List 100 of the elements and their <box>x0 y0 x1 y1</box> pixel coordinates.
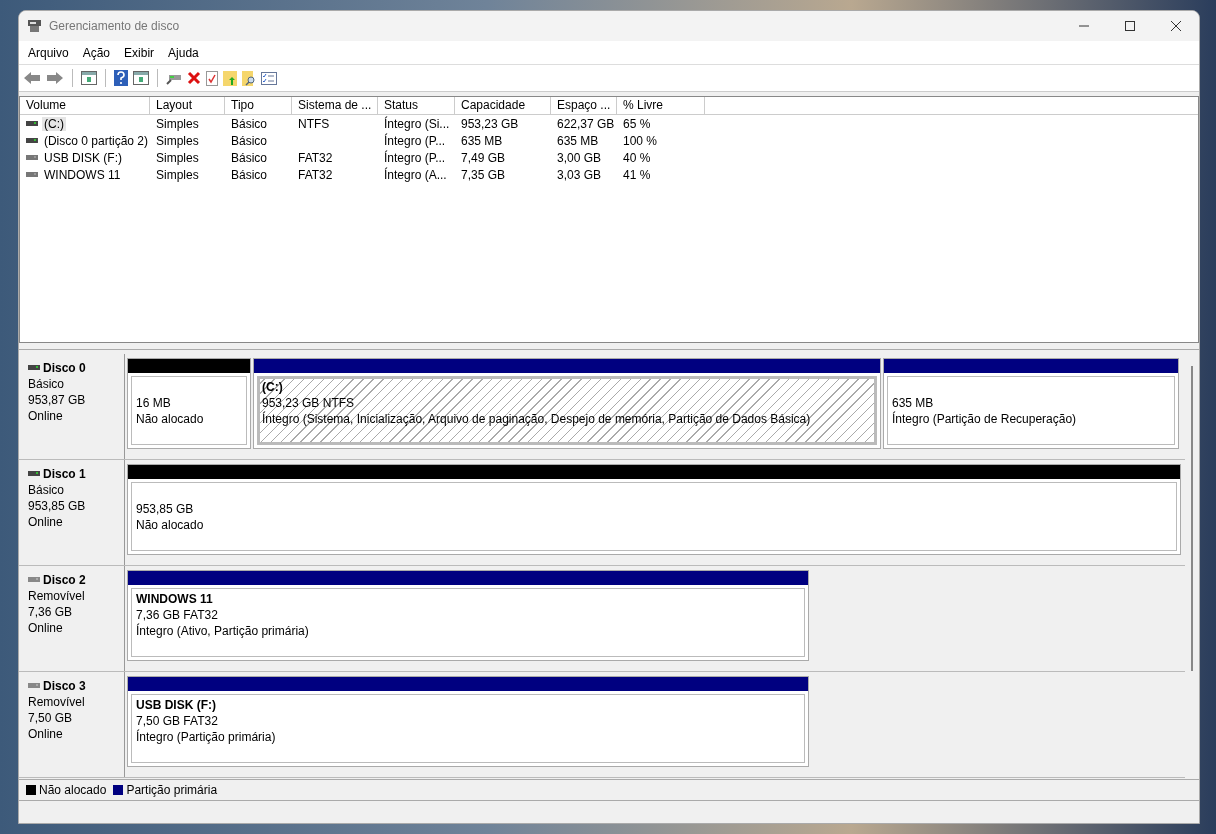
folder-up-icon[interactable] <box>223 70 237 86</box>
check-document-icon[interactable] <box>206 70 218 86</box>
partition-detail: 7,50 GB FAT32 <box>136 713 219 729</box>
legend-label: Não alocado <box>39 783 107 797</box>
disk-name: Disco 2 <box>43 572 86 588</box>
table-cell: 953,23 GB <box>461 116 519 131</box>
window-title: Gerenciamento de disco <box>49 19 181 33</box>
disk-status: Online <box>28 408 64 424</box>
folder-search-icon[interactable] <box>242 70 256 86</box>
column-header[interactable]: Status <box>378 97 455 115</box>
partition-detail: Íntegro (Ativo, Partição primária) <box>136 623 310 639</box>
disk-type: Básico <box>28 482 66 498</box>
legend-label: Partição primária <box>126 783 218 797</box>
partition-block[interactable]: 635 MB Íntegro (Partição de Recuperação) <box>883 358 1179 449</box>
partition-detail: 16 MB <box>136 395 172 411</box>
table-cell: Básico <box>231 167 268 182</box>
checklist-icon[interactable] <box>261 71 277 85</box>
disk-name: Disco 0 <box>43 360 86 376</box>
partition-detail: Não alocado <box>136 517 205 533</box>
partition-detail: Íntegro (Partição de Recuperação) <box>892 411 1078 427</box>
drive-icon <box>26 137 38 144</box>
menu-item[interactable]: Ajuda <box>168 45 199 60</box>
table-row-label[interactable]: (Disco 0 partição 2) <box>41 133 150 148</box>
table-cell: 100 % <box>623 133 658 148</box>
disk-name: Disco 3 <box>43 678 86 694</box>
drive-icon <box>26 171 38 178</box>
drive-icon <box>28 683 40 689</box>
partition-detail: 7,36 GB FAT32 <box>136 607 219 623</box>
column-header[interactable]: Layout <box>150 97 225 115</box>
back-arrow-icon[interactable] <box>23 71 41 85</box>
disk-type: Removível <box>28 588 86 604</box>
maximize-icon <box>1124 20 1136 32</box>
disk-name: Disco 1 <box>43 466 86 482</box>
table-cell: Simples <box>156 133 199 148</box>
table-cell: 3,00 GB <box>557 150 602 165</box>
disk-drive-icon <box>27 18 43 34</box>
partition-block[interactable]: 16 MB Não alocado <box>127 358 251 449</box>
table-cell: NTFS <box>298 116 330 131</box>
help-icon[interactable] <box>114 70 128 86</box>
table-cell: 40 % <box>623 150 651 165</box>
column-header[interactable]: Volume <box>20 97 150 115</box>
table-cell: FAT32 <box>298 150 333 165</box>
partition-title: WINDOWS 11 <box>136 591 214 607</box>
partition-block[interactable]: (C:) 953,23 GB NTFS Íntegro (Sistema, Inicialização, Arquivo de paginação, Despejo de memória, Partição de Dados Básica) <box>253 358 881 449</box>
table-row-label[interactable]: USB DISK (F:) <box>42 150 124 165</box>
disk-size: 7,36 GB <box>28 604 74 620</box>
close-icon <box>1170 20 1182 32</box>
table-cell: Íntegro (P... <box>384 150 446 165</box>
table-cell: 41 % <box>623 167 651 182</box>
menu-item[interactable]: Arquivo <box>28 45 69 60</box>
console-tree-icon[interactable] <box>81 71 97 85</box>
disk-size: 7,50 GB <box>28 710 74 726</box>
partition-detail: 953,23 GB NTFS <box>262 395 356 411</box>
disk-status: Online <box>28 514 64 530</box>
partition-block[interactable]: WINDOWS 11 7,36 GB FAT32 Íntegro (Ativo, Partição primária) <box>127 570 809 661</box>
partition-title: (C:) <box>262 379 284 395</box>
disk-size: 953,85 GB <box>28 498 87 514</box>
partition-detail: Íntegro (Sistema, Inicialização, Arquivo de paginação, Despejo de memória, Partição de Dados Básica) <box>262 411 812 427</box>
table-cell: 635 MB <box>461 133 503 148</box>
table-cell: 635 MB <box>557 133 599 148</box>
partition-detail: 953,85 GB <box>136 501 195 517</box>
table-cell: 65 % <box>623 116 651 131</box>
table-cell: Íntegro (Si... <box>384 116 450 131</box>
partition-detail: Não alocado <box>136 411 205 427</box>
disk-status: Online <box>28 726 64 742</box>
drive-icon <box>28 471 40 477</box>
drive-icon <box>28 365 40 371</box>
drive-icon <box>28 577 40 583</box>
table-cell: Íntegro (A... <box>384 167 447 182</box>
column-header[interactable]: % Livre <box>617 97 705 115</box>
disk-size: 953,87 GB <box>28 392 87 408</box>
table-cell: FAT32 <box>298 167 333 182</box>
table-cell: Simples <box>156 150 199 165</box>
partition-block[interactable]: 953,85 GB Não alocado <box>127 464 1181 555</box>
table-cell: 7,35 GB <box>461 167 506 182</box>
delete-icon[interactable] <box>187 71 201 85</box>
table-cell: Simples <box>156 116 199 131</box>
partition-title: USB DISK (F:) <box>136 697 217 713</box>
menu-item[interactable]: Ação <box>82 45 111 60</box>
table-row-label[interactable]: WINDOWS 11 <box>42 167 123 182</box>
column-header[interactable]: Tipo <box>225 97 292 115</box>
disk-type: Básico <box>28 376 66 392</box>
table-row-label[interactable]: (C:) <box>42 116 66 131</box>
action-pane-icon[interactable] <box>133 71 149 85</box>
table-cell: 622,37 GB <box>557 116 615 131</box>
forward-arrow-icon[interactable] <box>46 71 64 85</box>
partition-block[interactable]: USB DISK (F:) 7,50 GB FAT32 Íntegro (Partição primária) <box>127 676 809 767</box>
column-header[interactable]: Sistema de ... <box>292 97 378 115</box>
table-cell: Básico <box>231 116 268 131</box>
table-cell: Básico <box>231 133 268 148</box>
disk-status: Online <box>28 620 64 636</box>
table-cell: 7,49 GB <box>461 150 506 165</box>
partition-detail: 635 MB <box>892 395 935 411</box>
disk-type: Removível <box>28 694 86 710</box>
column-header[interactable]: Capacidade <box>455 97 551 115</box>
column-header[interactable]: Espaço ... <box>551 97 617 115</box>
table-cell: Íntegro (P... <box>384 133 446 148</box>
drive-icon <box>26 120 38 127</box>
table-cell: Básico <box>231 150 268 165</box>
menu-item[interactable]: Exibir <box>124 45 155 60</box>
